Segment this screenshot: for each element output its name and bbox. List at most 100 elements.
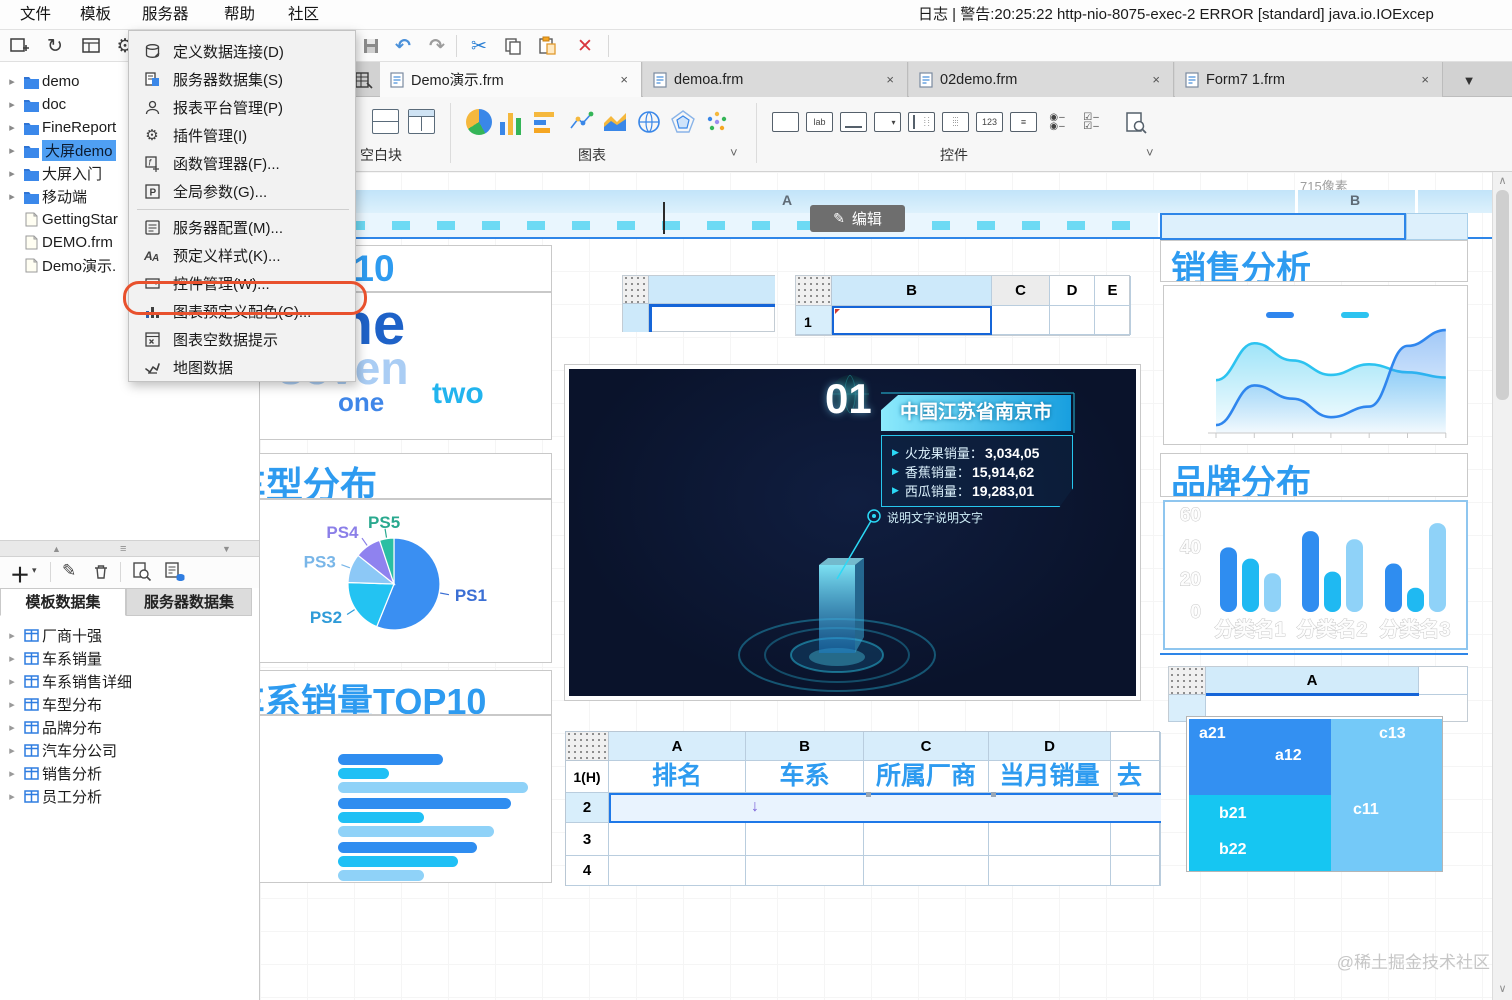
menu-item-platform-admin[interactable]: 报表平台管理(P) [129, 93, 357, 121]
menu-item-server-dataset[interactable]: 服务器数据集(S) [129, 65, 357, 93]
panel-splitter[interactable]: ▲ ≡ ▼ [0, 540, 259, 557]
collapse-up-icon[interactable]: ▲ [52, 544, 61, 554]
radio-group-widget-icon[interactable]: ◉– ◉– [1044, 112, 1071, 132]
menu-item-server-config[interactable]: 服务器配置(M)... [129, 213, 357, 241]
tab-demoa[interactable]: demoa.frm × [643, 62, 908, 97]
tree-caret-icon[interactable]: ▸ [4, 675, 20, 688]
line-panel-title[interactable]: 销售分析 [1160, 240, 1468, 282]
number-widget-icon[interactable]: 123 [976, 112, 1003, 132]
menu-item-predefined-style[interactable]: AA 预定义样式(K)... [129, 241, 357, 269]
tree-caret-icon[interactable]: ▸ [4, 144, 20, 157]
table-header-cell[interactable]: 车系 [746, 761, 864, 793]
column-header[interactable]: B [746, 732, 864, 761]
column-header[interactable] [1419, 667, 1468, 695]
selected-row[interactable]: ↓ [609, 793, 1161, 823]
tab-close-icon[interactable]: × [1149, 72, 1163, 87]
table-header-cell[interactable]: 所属厂商 [864, 761, 989, 793]
tree-caret-icon[interactable]: ▸ [4, 744, 20, 757]
save-button[interactable] [358, 33, 384, 59]
treemap-cell-a[interactable]: a21 a12 [1189, 719, 1331, 795]
tab-close-icon[interactable]: × [617, 72, 631, 87]
tree-caret-icon[interactable]: ▸ [4, 721, 20, 734]
cell[interactable] [1095, 306, 1131, 335]
tree-caret-icon[interactable]: ▸ [4, 629, 20, 642]
menu-community[interactable]: 社区 [282, 0, 325, 30]
tree-caret-icon[interactable]: ▸ [4, 167, 20, 180]
bar-chart-icon[interactable] [534, 109, 560, 135]
block-drag-handle[interactable] [796, 276, 832, 306]
block-drag-handle[interactable] [623, 276, 649, 304]
column-header[interactable] [1111, 732, 1161, 761]
dataset-item-chexingfenbu[interactable]: ▸车型分布 [0, 693, 260, 716]
selected-cell[interactable] [649, 304, 775, 332]
row-header[interactable]: 3 [566, 823, 609, 856]
menu-item-function-manager[interactable]: f 函数管理器(F)... [129, 149, 357, 177]
column-header[interactable]: A [609, 732, 746, 761]
row-header[interactable]: 4 [566, 856, 609, 886]
template-panel-button[interactable] [78, 33, 104, 59]
column-header[interactable]: E [1095, 276, 1131, 306]
cut-button[interactable]: ✂ [466, 33, 492, 59]
dataset-item-yuangongfenxi[interactable]: ▸员工分析 [0, 785, 260, 808]
textarea-widget-icon[interactable] [840, 112, 867, 132]
menu-item-plugin-manager[interactable]: ⚙ 插件管理(I) [129, 121, 357, 149]
dataset-item-xiaoshoufenxi[interactable]: ▸销售分析 [0, 762, 260, 785]
blank-block-hsplit-button[interactable] [372, 109, 399, 134]
cell[interactable] [609, 856, 746, 886]
gbar-chart-widget[interactable]: 0204060分类名1分类名2分类名3 [1163, 500, 1468, 650]
menu-item-map-data[interactable]: 地图数据 [129, 353, 357, 381]
treemap-cell-b[interactable]: b21 b22 [1189, 795, 1331, 871]
dataset-item-pinpaifenbu[interactable]: ▸品牌分布 [0, 716, 260, 739]
tree-caret-icon[interactable]: ▸ [4, 652, 20, 665]
gbar-panel-title[interactable]: 品牌分布 [1160, 453, 1468, 497]
line-chart-widget[interactable] [1163, 285, 1468, 445]
edit-dataset-button[interactable]: ✎ [62, 561, 76, 581]
tree-caret-icon[interactable]: ▸ [4, 790, 20, 803]
redo-button[interactable]: ↷ [424, 33, 450, 59]
combobox-widget-icon[interactable]: ▾ [874, 112, 901, 132]
delete-dataset-button[interactable] [92, 563, 110, 581]
menu-item-chart-predefined-color[interactable]: 图表预定义配色(C)... [129, 297, 357, 325]
preview-dataset-button[interactable] [132, 562, 152, 582]
tree-caret-icon[interactable]: ▸ [4, 767, 20, 780]
menu-item-chart-empty-data[interactable]: 图表空数据提示 [129, 325, 357, 353]
tree-caret-icon[interactable]: ▸ [4, 190, 20, 203]
table-header-cell[interactable]: 当月销量 [989, 761, 1111, 793]
selected-cell[interactable] [1160, 213, 1406, 240]
map-dashboard-widget[interactable]: 01 中国江苏省南京市 ▶ 火龙果销量： 3,034,05 ▶ 香蕉销量： 15… [565, 365, 1140, 700]
menu-file[interactable]: 文件 [14, 0, 57, 30]
tree-caret-icon[interactable]: ▸ [4, 121, 20, 134]
treemap-chart-widget[interactable]: a21 a12 b21 b22 c13 c11 [1186, 716, 1443, 872]
chart-section-expand[interactable]: ˅ [730, 145, 738, 160]
collapse-down-icon[interactable]: ▼ [222, 544, 231, 554]
block-drag-handle[interactable] [566, 732, 609, 761]
table-header-cell[interactable]: 去年 [1111, 761, 1161, 793]
report-preview-widget-icon[interactable] [1124, 111, 1150, 137]
blank-block-table-button[interactable] [408, 109, 435, 134]
new-template-button[interactable] [6, 33, 32, 59]
report-block-small-3[interactable]: A [1168, 666, 1468, 722]
tab-close-icon[interactable]: × [1418, 72, 1432, 87]
cell[interactable] [864, 823, 989, 856]
menu-help[interactable]: 帮助 [218, 0, 261, 30]
menu-item-data-connection[interactable]: 定义数据连接(D) [129, 37, 357, 65]
cell[interactable] [989, 856, 1111, 886]
dataset-item-qichefengongsi[interactable]: ▸汽车分公司 [0, 739, 260, 762]
scrollbar-thumb[interactable] [1496, 190, 1509, 400]
column-header[interactable]: C [992, 276, 1050, 306]
column-chart-icon[interactable] [500, 109, 526, 135]
pie-chart-icon[interactable] [466, 109, 492, 135]
table-widget-icon[interactable]: : :: : [908, 112, 935, 132]
ranking-table-widget[interactable]: A B C D 1(H) 2 3 4 排名 车系 所属厂商 当月销量 去年 ↓ [565, 731, 1160, 886]
add-dataset-button[interactable]: ＋ [10, 559, 30, 588]
cell[interactable] [1111, 823, 1161, 856]
pie-chart-widget[interactable]: PS1PS2PS3PS4PS5 [260, 499, 552, 663]
column-header[interactable]: A [1206, 667, 1419, 695]
paste-button[interactable] [534, 33, 560, 59]
report-design-canvas[interactable]: 715像素 A B ✎ 编辑 204像素 TOP10 ninesevenonet… [260, 172, 1492, 1000]
scroll-up-icon[interactable]: ∧ [1493, 174, 1512, 187]
point-cloud-chart-icon[interactable] [704, 109, 730, 135]
undo-button[interactable]: ↶ [390, 33, 416, 59]
widget-section-expand[interactable]: ˅ [1146, 145, 1154, 160]
cell[interactable] [992, 306, 1050, 335]
